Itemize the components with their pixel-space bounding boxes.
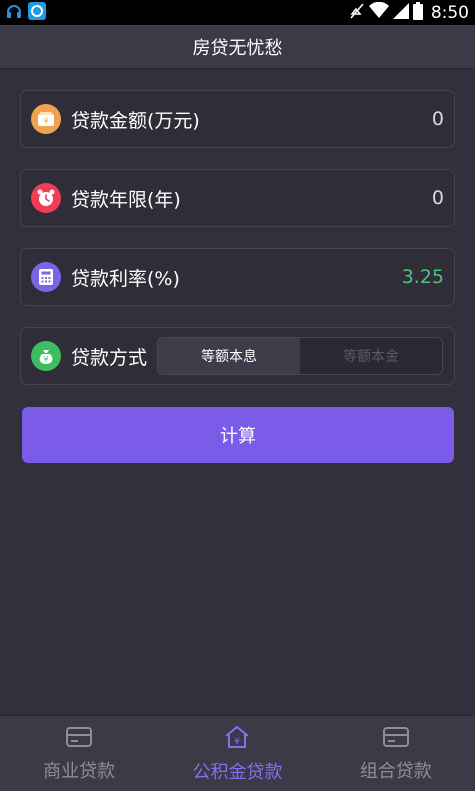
loan-rate-input[interactable]: [324, 266, 444, 288]
svg-text:¥: ¥: [43, 117, 48, 126]
loan-rate-card[interactable]: 贷款利率(%): [20, 248, 455, 306]
wifi-icon: [368, 1, 389, 24]
tab-label: 商业贷款: [43, 760, 116, 782]
app-icon: [28, 1, 46, 24]
status-bar: 8:50: [0, 0, 475, 25]
method-option-equal-installment[interactable]: 等额本息: [158, 338, 301, 374]
wallet-icon: ¥: [31, 104, 61, 134]
loan-amount-input[interactable]: [324, 108, 444, 130]
title-bar: 房贷无忧愁: [0, 25, 475, 69]
status-left: [6, 1, 46, 24]
headset-icon: [6, 2, 22, 24]
loan-years-card[interactable]: 贷款年限(年): [20, 169, 455, 227]
tab-combined-loan[interactable]: 组合贷款: [317, 716, 475, 791]
loan-method-label: 贷款方式: [71, 346, 148, 369]
bottom-tab-bar: 商业贷款 ¥ 公积金贷款 组合贷款: [0, 715, 475, 791]
mute-icon: [349, 2, 365, 24]
loan-years-label: 贷款年限(年): [71, 188, 181, 211]
svg-text:¥: ¥: [44, 355, 49, 364]
loan-amount-label: 贷款金额(万元): [71, 109, 200, 132]
page-title: 房贷无忧愁: [192, 37, 283, 59]
screen: 8:50 房贷无忧愁 ¥ 贷款金额(万元) 贷款年限(年): [0, 0, 475, 791]
loan-method-segmented-control: 等额本息 等额本金: [157, 337, 444, 375]
status-right: 8:50: [349, 1, 469, 24]
signal-icon: [392, 2, 409, 24]
card-icon: [382, 725, 410, 753]
loan-amount-card[interactable]: ¥ 贷款金额(万元): [20, 90, 455, 148]
card-icon: [65, 725, 93, 753]
calculate-button[interactable]: 计算: [22, 407, 454, 463]
battery-icon: [412, 1, 423, 24]
house-yuan-icon: ¥: [223, 724, 251, 754]
tab-label: 组合贷款: [359, 760, 432, 782]
calculator-icon: [31, 262, 61, 292]
svg-text:¥: ¥: [235, 737, 241, 747]
loan-rate-label: 贷款利率(%): [71, 267, 180, 290]
loan-method-card: ¥ 贷款方式 等额本息 等额本金: [20, 327, 455, 385]
loan-years-input[interactable]: [324, 187, 444, 209]
tab-provident-fund-loan[interactable]: ¥ 公积金贷款: [158, 716, 316, 791]
status-time: 8:50: [430, 2, 469, 23]
alarm-clock-icon: [31, 183, 61, 213]
tab-label: 公积金贷款: [192, 761, 283, 783]
money-bag-icon: ¥: [31, 341, 61, 371]
tab-commercial-loan[interactable]: 商业贷款: [0, 716, 158, 791]
method-option-equal-principal[interactable]: 等额本金: [300, 338, 443, 374]
